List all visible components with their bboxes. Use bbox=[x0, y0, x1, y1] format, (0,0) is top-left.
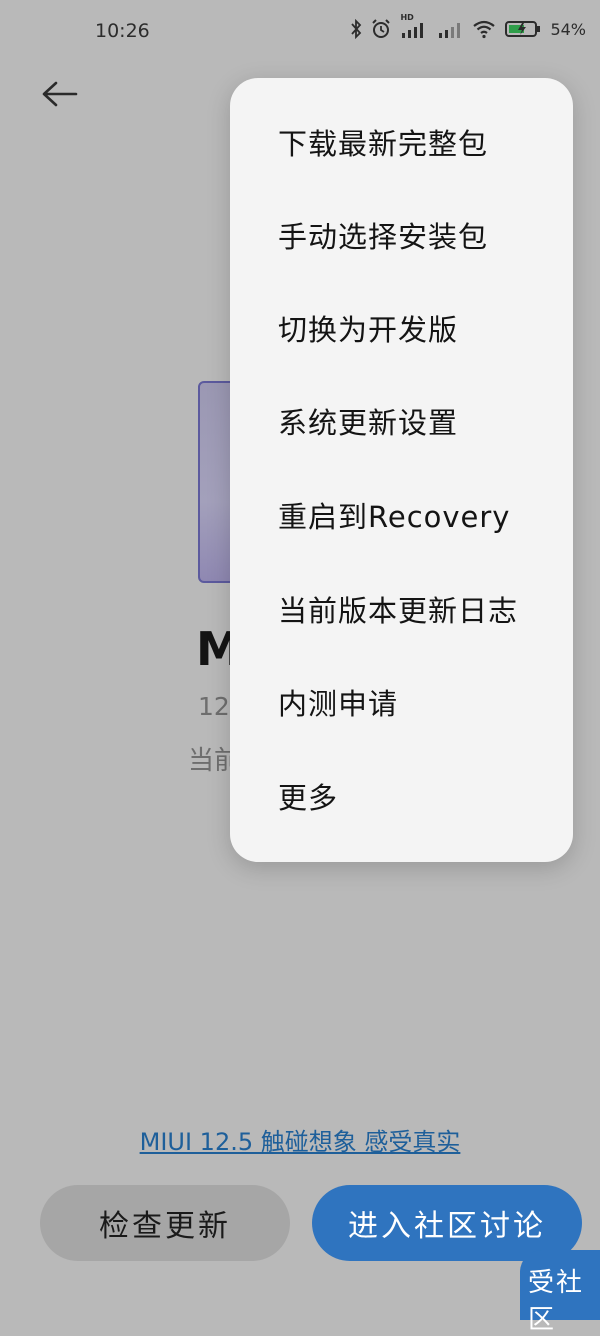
signal-hd-icon: HD bbox=[400, 13, 428, 39]
promo-link[interactable]: MIUI 12.5 触碰想象 感受真实 bbox=[0, 1122, 600, 1157]
hd-label: HD bbox=[400, 13, 414, 22]
community-bubble-text: 受社区 bbox=[528, 1268, 585, 1335]
menu-item-changelog[interactable]: 当前版本更新日志 bbox=[278, 581, 518, 641]
status-icons: HD 54% bbox=[350, 13, 586, 39]
status-time: 10:26 bbox=[95, 20, 150, 42]
signal-icon bbox=[437, 19, 463, 39]
menu-item-update-settings[interactable]: 系统更新设置 bbox=[278, 393, 458, 453]
menu-item-switch-dev-version[interactable]: 切换为开发版 bbox=[278, 300, 458, 360]
alarm-icon bbox=[371, 19, 391, 39]
menu-item-download-full-package[interactable]: 下载最新完整包 bbox=[278, 114, 488, 174]
back-arrow-icon bbox=[42, 81, 78, 107]
menu-item-beta-apply[interactable]: 内测申请 bbox=[278, 674, 398, 734]
back-button[interactable] bbox=[38, 74, 82, 118]
status-bar: 10:26 HD 54% bbox=[0, 0, 600, 66]
battery-percent: 54% bbox=[550, 19, 586, 39]
menu-item-more[interactable]: 更多 bbox=[278, 768, 338, 828]
bluetooth-icon bbox=[350, 19, 362, 39]
battery-icon bbox=[505, 19, 541, 39]
menu-item-manual-select-package[interactable]: 手动选择安装包 bbox=[278, 207, 488, 267]
wifi-icon bbox=[472, 19, 496, 39]
check-update-button[interactable]: 检查更新 bbox=[40, 1185, 290, 1261]
overflow-menu: 下载最新完整包 手动选择安装包 切换为开发版 系统更新设置 重启到Recover… bbox=[230, 78, 573, 862]
menu-item-reboot-recovery[interactable]: 重启到Recovery bbox=[278, 487, 510, 547]
